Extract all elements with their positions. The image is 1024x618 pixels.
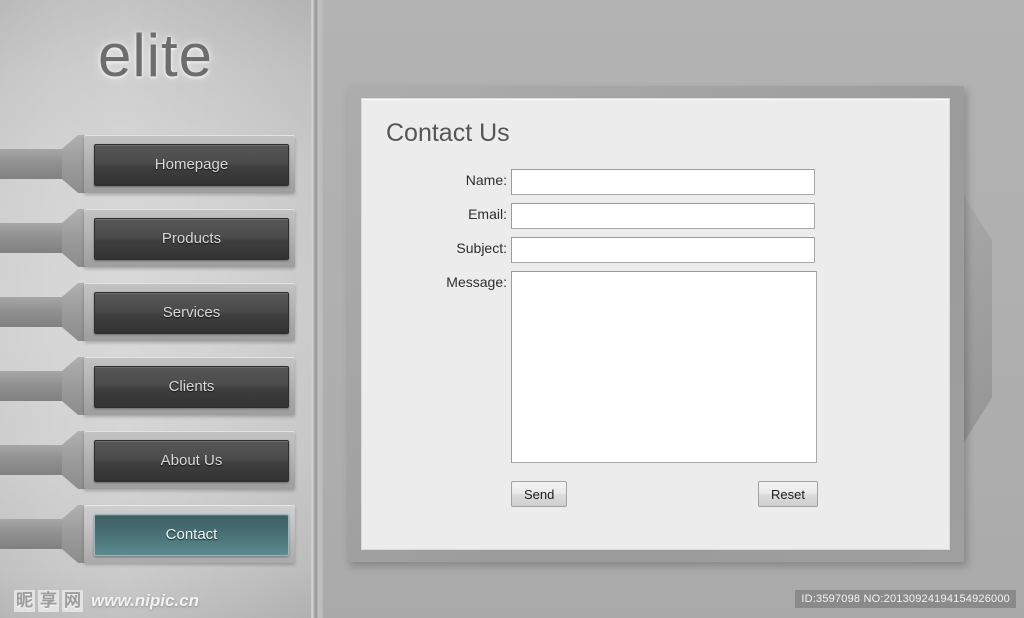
sidebar-item-homepage[interactable]: Homepage [0, 135, 295, 193]
sidebar-item-label[interactable]: Services [94, 292, 289, 334]
sidebar-item-clients[interactable]: Clients [0, 357, 295, 415]
form-row-subject: Subject: [362, 237, 951, 269]
label-email: Email: [468, 206, 507, 222]
watermark-glyph: 网 [62, 590, 83, 612]
watermark-glyph: 昵 [14, 590, 35, 612]
nav-plate: Services [84, 283, 295, 341]
contact-form: Name: Email: Subject: Message: Send Reset [362, 169, 951, 511]
sidebar: elite Homepage Products Services Clients Abo… [0, 0, 311, 618]
image-id-badge: ID:3597098 NO:20130924194154926000 [795, 590, 1016, 608]
reset-button[interactable]: Reset [758, 481, 818, 507]
subject-input[interactable] [511, 237, 815, 263]
sidebar-item-contact[interactable]: Contact [0, 505, 295, 563]
sidebar-item-label[interactable]: Clients [94, 366, 289, 408]
send-button[interactable]: Send [511, 481, 568, 507]
content-panel: Contact Us Name: Email: Subject: Message: Se… [361, 98, 950, 550]
form-row-email: Email: [362, 203, 951, 235]
footer-watermark-bar: 昵享网 www.nipic.cn ID:3597098 NO:201309241… [0, 580, 1024, 618]
sidebar-item-label[interactable]: Contact [94, 514, 289, 556]
sidebar-item-label[interactable]: About Us [94, 440, 289, 482]
sidebar-item-services[interactable]: Services [0, 283, 295, 341]
watermark: 昵享网 www.nipic.cn [14, 590, 199, 612]
sidebar-item-label[interactable]: Products [94, 218, 289, 260]
form-button-row: Send Reset [362, 481, 951, 511]
panel-side-tab [964, 196, 992, 442]
nav-plate: Contact [84, 505, 295, 563]
form-row-name: Name: [362, 169, 951, 201]
sidebar-content-divider [311, 0, 323, 618]
watermark-logo-cn: 昵享网 [14, 590, 83, 612]
sidebar-item-label[interactable]: Homepage [94, 144, 289, 186]
sidebar-item-products[interactable]: Products [0, 209, 295, 267]
name-input[interactable] [511, 169, 815, 195]
nav-plate: About Us [84, 431, 295, 489]
site-logo: elite [97, 22, 214, 89]
label-message: Message: [446, 274, 507, 290]
nav-plate: Homepage [84, 135, 295, 193]
watermark-glyph: 享 [38, 590, 59, 612]
nav-plate: Products [84, 209, 295, 267]
label-subject: Subject: [456, 240, 507, 256]
message-input[interactable] [511, 271, 817, 463]
page-title: Contact Us [386, 119, 510, 147]
page-root: elite Homepage Products Services Clients Abo… [0, 0, 1024, 618]
watermark-url: www.nipic.cn [91, 591, 199, 610]
label-name: Name: [465, 172, 507, 188]
form-row-message: Message: [362, 271, 951, 471]
content-panel-frame: Contact Us Name: Email: Subject: Message: Se… [347, 86, 964, 562]
nav-plate: Clients [84, 357, 295, 415]
email-input[interactable] [511, 203, 815, 229]
sidebar-item-about-us[interactable]: About Us [0, 431, 295, 489]
